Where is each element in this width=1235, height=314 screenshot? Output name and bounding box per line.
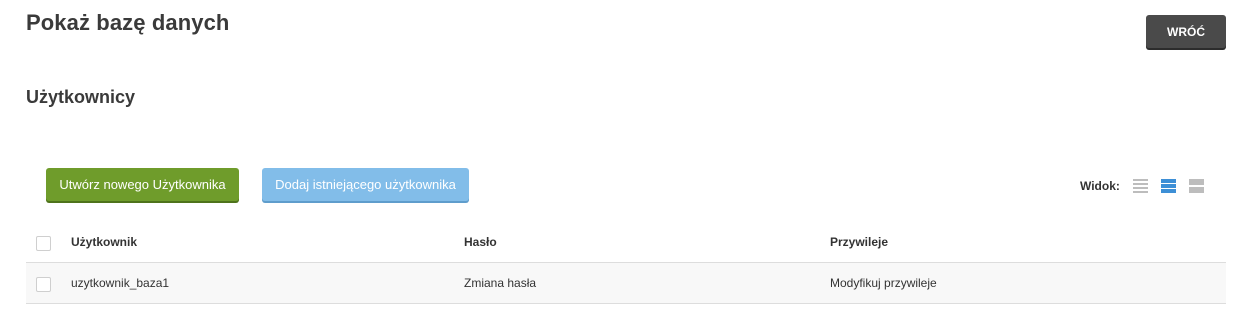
table-row: uzytkownik_baza1 Zmiana hasła Modyfikuj …	[26, 263, 1226, 304]
row-checkbox[interactable]	[36, 277, 51, 292]
view-label: Widok:	[1080, 179, 1120, 193]
column-header-user: Użytkownik	[71, 235, 138, 249]
view-list-wide-icon[interactable]	[1189, 179, 1204, 194]
page-title: Pokaż bazę danych	[26, 10, 230, 35]
table-header: Użytkownik Hasło Przywileje	[26, 222, 1226, 263]
section-title: Użytkownicy	[26, 87, 136, 107]
back-button[interactable]: WRÓĆ	[1146, 15, 1226, 48]
view-list-normal-icon[interactable]	[1161, 179, 1176, 194]
create-user-button[interactable]: Utwórz nowego Użytkownika	[46, 168, 239, 201]
modify-privileges-link[interactable]: Modyfikuj przywileje	[830, 263, 937, 303]
users-table: Użytkownik Hasło Przywileje uzytkownik_b…	[26, 222, 1226, 304]
view-list-compact-icon[interactable]	[1133, 179, 1148, 194]
user-name: uzytkownik_baza1	[71, 276, 170, 290]
column-header-privileges: Przywileje	[830, 235, 889, 249]
column-header-password: Hasło	[464, 235, 497, 249]
add-existing-user-button[interactable]: Dodaj istniejącego użytkownika	[262, 168, 469, 201]
change-password-link[interactable]: Zmiana hasła	[464, 263, 536, 303]
select-all-checkbox[interactable]	[36, 236, 51, 251]
